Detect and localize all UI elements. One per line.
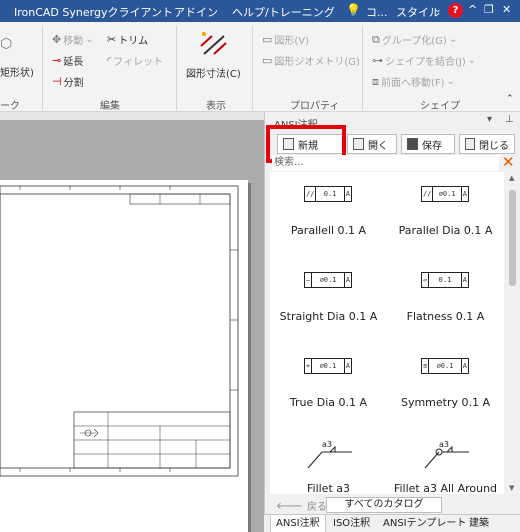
catalog-item[interactable]: — ⌀0.1 A Straight Dia 0.1 A — [270, 258, 387, 344]
display-group-label: 表示 — [206, 101, 226, 112]
catalog-nav: 🡐 戻る すべてのカタログ — [270, 496, 520, 514]
feature-control-frame: ▱ 0.1 A — [421, 272, 469, 288]
catalog-item[interactable]: //0.1 A Parallell 0.1 A — [270, 172, 387, 258]
drawing-canvas[interactable] — [0, 120, 264, 532]
catalog-item-label: Fillet a3 — [306, 482, 350, 494]
combine-shapes-button[interactable]: ⊶ シェイプを結合(J) ⌄ — [372, 53, 476, 68]
pin-icon[interactable]: ⊥ — [505, 114, 514, 125]
sketch-shape-icon[interactable]: ⬡ — [0, 36, 12, 52]
catalog-item[interactable]: ⌖ ⌀0.1 A True Dia 0.1 A — [270, 344, 387, 430]
collapse-ribbon-icon[interactable]: ⌃ — [506, 94, 514, 104]
tab-architecture[interactable]: 建築 — [464, 515, 494, 532]
ribbon-separator — [252, 26, 253, 110]
close-catalog-label: 閉じる — [479, 140, 509, 152]
catalog-item-label: Symmetry 0.1 A — [400, 396, 491, 409]
shape-properties-button[interactable]: ▭ 図形(V) — [262, 32, 309, 47]
shape-group-label: シェイプ — [420, 101, 460, 112]
lightbulb-icon[interactable]: 💡 — [346, 3, 361, 17]
shape-geometry-button[interactable]: ▭ 図形ジオメトリ(G) — [262, 53, 360, 68]
catalog-scrollbar[interactable]: ▲ ▼ — [505, 172, 520, 494]
catalog-item-label: Fillet a3 All Around — [393, 482, 498, 494]
sketch-rect-button[interactable]: 矩形状) — [0, 64, 34, 79]
edit-group-label: 編集 — [100, 101, 120, 112]
catalog-item[interactable]: a3 Fillet a3 — [270, 430, 387, 494]
extend-button[interactable]: ⊸ 延長 — [52, 53, 83, 68]
group-shapes-button[interactable]: ⧉ グループ化(G) ⌄ — [372, 32, 457, 48]
chevron-down-icon[interactable]: ⌄ — [434, 5, 442, 15]
close-window-icon[interactable]: ✕ — [502, 3, 511, 16]
dimension-icon[interactable] — [198, 30, 230, 58]
feature-control-frame: //⌀0.1 A — [421, 186, 469, 202]
move-button[interactable]: ✥ 移動 ⌄ — [52, 32, 94, 47]
feature-control-frame: ≡ ⌀0.1 A — [421, 358, 469, 374]
all-catalogs-button[interactable]: すべてのカタログ — [326, 497, 442, 513]
scrollbar-thumb[interactable] — [509, 190, 516, 286]
open-catalog-label: 開く — [368, 140, 388, 152]
back-button[interactable]: 🡐 戻る — [276, 498, 327, 514]
tab-iso-annotation[interactable]: ISO注釈 — [328, 515, 375, 532]
feature-control-frame: //0.1 A — [304, 186, 352, 202]
feature-control-frame: ⌖ ⌀0.1 A — [304, 358, 352, 374]
fillet-weld-all-around-icon: a3 — [424, 440, 469, 469]
shape-dimension-button[interactable]: 図形寸法(C) — [186, 65, 241, 80]
fillet-button[interactable]: ◜ フィレット — [107, 53, 163, 68]
catalog-item[interactable]: a3 Fillet a3 All Around — [387, 430, 504, 494]
svg-text:a3: a3 — [439, 440, 449, 449]
help-icon[interactable]: ? — [448, 3, 463, 18]
properties-group-label: プロパティ — [290, 101, 340, 112]
menu-addin-tab[interactable]: アドイン — [174, 4, 218, 20]
catalog-tabs: ANSI注釈 ISO注釈 ANSIテンプレート 建築 — [264, 514, 520, 532]
tab-ansi-annotation[interactable]: ANSI注釈 — [270, 515, 326, 532]
save-catalog-button[interactable]: 保存 — [401, 134, 455, 154]
menu-app-tab[interactable]: IronCAD Synergyクライアント — [14, 4, 173, 20]
user-name[interactable]: コ... — [366, 4, 388, 20]
catalog-item[interactable]: ≡ ⌀0.1 A Symmetry 0.1 A — [387, 344, 504, 430]
catalog-item-label: Straight Dia 0.1 A — [279, 310, 378, 323]
svg-text:a3: a3 — [322, 440, 332, 449]
catalog-item-label: Parallel Dia 0.1 A — [398, 224, 493, 237]
catalog-grid: //0.1 A Parallell 0.1 A //⌀0.1 A Parallel … — [270, 172, 504, 494]
back-label: 戻る — [306, 502, 327, 513]
back-arrow-icon: 🡐 — [276, 500, 303, 512]
close-catalog-button[interactable]: 閉じる — [459, 134, 515, 154]
drawing-frame — [0, 185, 239, 477]
open-file-icon — [353, 138, 364, 150]
restore-window-icon[interactable]: ❐ — [484, 3, 494, 16]
catalog-item-label: True Dia 0.1 A — [289, 396, 368, 409]
ribbon: ⬡ 矩形状) ーク ✥ 移動 ⌄ ✂ トリム ⊸ 延長 ◜ フィレット ⊣ 分割 編集 図形… — [0, 22, 520, 112]
fillet-weld-symbol-icon: a3 — [307, 440, 352, 469]
ribbon-separator — [362, 26, 363, 110]
clear-search-icon[interactable]: ✕ — [502, 154, 515, 170]
scroll-up-icon[interactable]: ▲ — [509, 174, 514, 182]
trim-button[interactable]: ✂ トリム — [107, 32, 148, 47]
menu-help-training-tab[interactable]: ヘルプ/トレーニング — [232, 4, 335, 20]
close-file-icon — [465, 138, 475, 150]
scroll-down-icon[interactable]: ▼ — [509, 484, 514, 492]
bring-to-front-button[interactable]: ⧈ 前面へ移動(F) ⌄ — [372, 74, 455, 90]
ribbon-separator — [42, 26, 43, 110]
catalog-search-input[interactable]: 検索... — [272, 155, 499, 171]
catalog-item[interactable]: ▱ 0.1 A Flatness 0.1 A — [387, 258, 504, 344]
minimize-ribbon-icon[interactable]: ^ — [468, 3, 477, 16]
catalog-item-label: Flatness 0.1 A — [406, 310, 485, 323]
split-button[interactable]: ⊣ 分割 — [52, 74, 84, 89]
catalog-item[interactable]: //⌀0.1 A Parallel Dia 0.1 A — [387, 172, 504, 258]
save-disk-icon — [407, 138, 418, 150]
sketch-group-label: ーク — [0, 101, 20, 112]
tab-ansi-template[interactable]: ANSIテンプレート — [378, 515, 471, 532]
catalog-item-label: Parallell 0.1 A — [290, 224, 367, 237]
open-catalog-button[interactable]: 開く — [347, 134, 397, 154]
drawing-sheet[interactable] — [0, 180, 248, 532]
panel-menu-icon[interactable]: ▾ — [487, 114, 492, 125]
menu-bar: IronCAD Synergyクライアント アドイン ヘルプ/トレーニング 💡 … — [0, 0, 520, 22]
feature-control-frame: — ⌀0.1 A — [304, 272, 352, 288]
save-catalog-label: 保存 — [422, 140, 442, 152]
ribbon-separator — [176, 26, 177, 110]
